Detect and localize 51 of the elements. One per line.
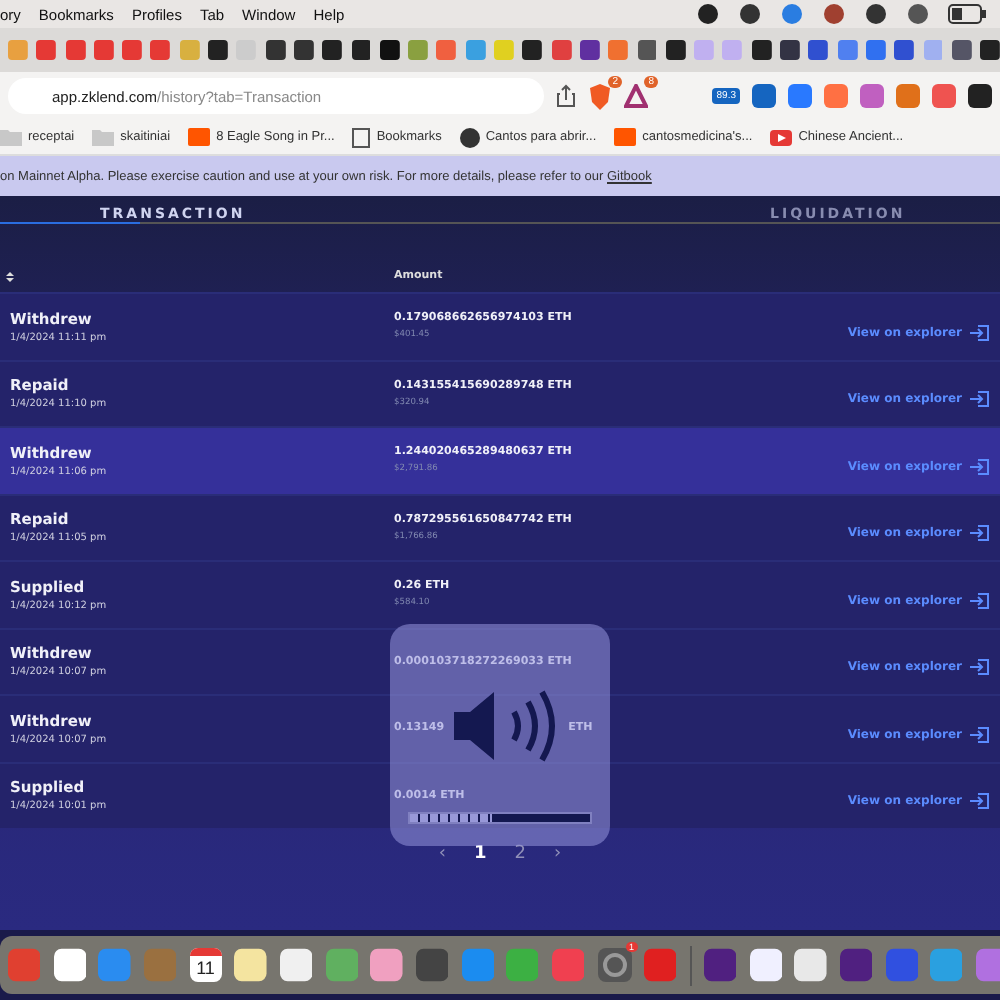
tab-favicon-icon[interactable] xyxy=(579,40,600,60)
tab-favicon-icon[interactable] xyxy=(665,40,686,60)
triangle-icon[interactable] xyxy=(624,84,648,108)
folder-icon xyxy=(92,128,115,146)
sort-icon[interactable] xyxy=(6,272,14,282)
app-icon[interactable] xyxy=(415,948,449,982)
app-icon[interactable] xyxy=(749,948,782,982)
lion-shield-icon[interactable] xyxy=(588,83,612,109)
tab-favicon-icon[interactable] xyxy=(351,40,371,60)
external-link-icon[interactable] xyxy=(970,591,990,610)
page-number[interactable]: 1 xyxy=(474,844,487,864)
status-icon[interactable] xyxy=(906,2,930,26)
share-icon[interactable] xyxy=(556,84,576,108)
tab-favicon-icon[interactable] xyxy=(751,40,772,60)
app-icon[interactable] xyxy=(794,948,827,982)
tab-favicon-icon[interactable] xyxy=(522,40,543,60)
cloud-icon xyxy=(614,128,637,146)
app-icon[interactable] xyxy=(279,948,313,982)
status-icon[interactable] xyxy=(738,2,762,26)
external-link-icon[interactable] xyxy=(970,658,990,677)
status-icon[interactable] xyxy=(696,2,720,26)
status-icon[interactable] xyxy=(864,2,888,26)
tab-favicon-icon[interactable] xyxy=(293,40,314,60)
gear-icon[interactable] xyxy=(597,948,632,982)
battery-icon[interactable] xyxy=(948,4,988,24)
app-icon[interactable] xyxy=(234,948,268,982)
tab-favicon-icon[interactable] xyxy=(208,40,228,60)
external-link-icon[interactable] xyxy=(970,725,990,744)
app-icon[interactable] xyxy=(703,948,737,982)
page-number[interactable]: 2 xyxy=(514,844,526,864)
external-link-icon[interactable] xyxy=(970,524,990,543)
extension-icon[interactable] xyxy=(968,84,992,108)
cloud-icon xyxy=(188,128,211,146)
previous-page-button[interactable]: ‹ xyxy=(438,844,446,864)
tab-favicon-icon[interactable] xyxy=(980,40,1000,60)
external-link-icon[interactable] xyxy=(970,792,990,811)
calendar-icon[interactable]: 11 xyxy=(189,948,222,982)
folder-icon xyxy=(0,128,22,146)
tab-favicon-icon[interactable] xyxy=(322,40,343,60)
book-icon xyxy=(352,127,371,147)
tab-favicon-icon[interactable] xyxy=(265,40,286,60)
play-icon xyxy=(770,129,793,145)
tab-favicon-icon[interactable] xyxy=(379,40,400,60)
external-link-icon[interactable] xyxy=(970,323,990,342)
app-icon[interactable] xyxy=(53,948,86,982)
external-link-icon[interactable] xyxy=(970,390,990,409)
globe-icon xyxy=(459,127,480,147)
app-icon[interactable] xyxy=(370,948,404,982)
next-page-button[interactable]: › xyxy=(554,844,562,864)
app-icon[interactable] xyxy=(839,948,873,982)
external-link-icon[interactable] xyxy=(970,457,990,476)
